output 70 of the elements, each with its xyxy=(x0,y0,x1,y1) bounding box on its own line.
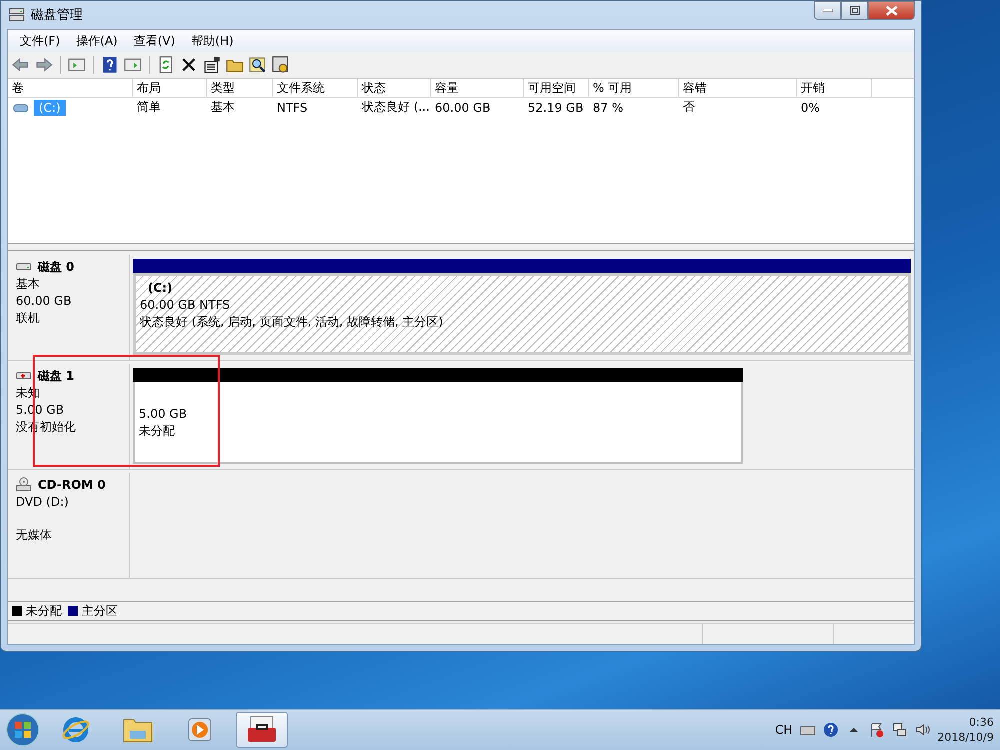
column-header[interactable]: % 可用 xyxy=(589,79,679,97)
partition-info: 5.00 GB xyxy=(139,406,188,422)
partition-info: 60.00 GB NTFS xyxy=(140,297,232,313)
menu-item[interactable]: 文件(F) xyxy=(12,30,68,52)
disk-name: CD-ROM 0 xyxy=(38,477,106,493)
partition-info: 未分配 xyxy=(139,422,176,438)
column-header[interactable]: 容量 xyxy=(431,79,524,97)
flag-icon xyxy=(868,722,885,738)
minimize-button[interactable] xyxy=(814,1,841,20)
toolbox-icon xyxy=(245,715,279,745)
maximize-icon xyxy=(850,6,860,15)
refresh-icon[interactable] xyxy=(157,56,175,74)
legend-label: 未分配 xyxy=(26,602,62,620)
minimize-icon xyxy=(822,8,832,12)
table-cell-text: 87 % xyxy=(592,100,624,114)
table-cell-text: 否 xyxy=(682,99,696,116)
speaker-icon xyxy=(914,722,931,738)
menu-item[interactable]: 帮助(H) xyxy=(183,30,242,52)
column-header[interactable]: 可用空间 xyxy=(524,79,589,97)
table-cell-text: 简单 xyxy=(136,99,162,116)
disk-detail: 基本 xyxy=(16,276,41,292)
column-header[interactable]: 容错 xyxy=(679,79,797,97)
table-cell-text: 状态良好 (... xyxy=(361,99,431,116)
maximize-button[interactable] xyxy=(841,1,868,20)
disk-detail: 联机 xyxy=(16,310,41,326)
back-icon[interactable] xyxy=(12,56,30,74)
magnifier-icon[interactable] xyxy=(249,56,267,74)
window-title: 磁盘管理 xyxy=(31,7,83,24)
disk-detail: 无媒体 xyxy=(16,527,53,543)
close-icon xyxy=(886,6,898,16)
column-header[interactable]: 开销 xyxy=(797,79,872,97)
clock-time[interactable]: 0:36 xyxy=(969,715,994,730)
disk-name: 磁盘 1 xyxy=(38,368,75,384)
partition[interactable]: 5.00 GB 未分配 xyxy=(133,382,743,464)
partition-label: (C:) xyxy=(147,280,174,296)
table-cell-text: 52.19 GB xyxy=(527,100,585,114)
table-cell-text: 0% xyxy=(800,100,822,114)
column-header[interactable]: 文件系统 xyxy=(273,79,358,97)
language-indicator[interactable]: CH xyxy=(775,723,793,737)
help-icon[interactable] xyxy=(101,56,119,74)
column-header[interactable]: 类型 xyxy=(207,79,273,97)
table-cell-text: 60.00 GB xyxy=(434,100,492,114)
network-icon xyxy=(892,722,908,738)
settings-icon[interactable] xyxy=(272,56,290,74)
clock-date[interactable]: 2018/10/9 xyxy=(938,730,994,745)
panel-icon[interactable] xyxy=(124,56,142,74)
menu-item[interactable]: 查看(V) xyxy=(126,30,184,52)
column-header[interactable]: 卷 xyxy=(8,79,133,97)
close-button[interactable] xyxy=(868,1,915,20)
disk-detail: DVD (D:) xyxy=(16,494,70,510)
disk-management-icon xyxy=(9,7,25,23)
cd-drive-icon xyxy=(16,477,32,493)
properties-icon[interactable] xyxy=(203,56,221,74)
menu-item[interactable]: 操作(A) xyxy=(68,30,126,52)
toolbox-taskbar-button[interactable] xyxy=(236,712,288,748)
legend-label: 主分区 xyxy=(82,602,118,620)
disk-name: 磁盘 0 xyxy=(38,259,75,275)
table-cell-text: NTFS xyxy=(276,100,309,114)
delete-icon[interactable] xyxy=(180,56,198,74)
forward-icon[interactable] xyxy=(35,56,53,74)
disk-detail: 60.00 GB xyxy=(16,293,73,309)
help-icon xyxy=(822,722,839,738)
partition-info: 状态良好 (系统, 启动, 页面文件, 活动, 故障转储, 主分区) xyxy=(140,314,444,330)
partition[interactable]: (C:) 60.00 GB NTFS 状态良好 (系统, 启动, 页面文件, 活动, 故障转储, 主分区) xyxy=(133,273,911,355)
start-button[interactable] xyxy=(6,713,40,747)
table-cell-text: 基本 xyxy=(210,99,236,116)
globe-e-icon xyxy=(61,715,91,745)
panel-icon[interactable] xyxy=(68,56,86,74)
column-header[interactable]: 布局 xyxy=(133,79,207,97)
column-header[interactable]: 状态 xyxy=(358,79,431,97)
